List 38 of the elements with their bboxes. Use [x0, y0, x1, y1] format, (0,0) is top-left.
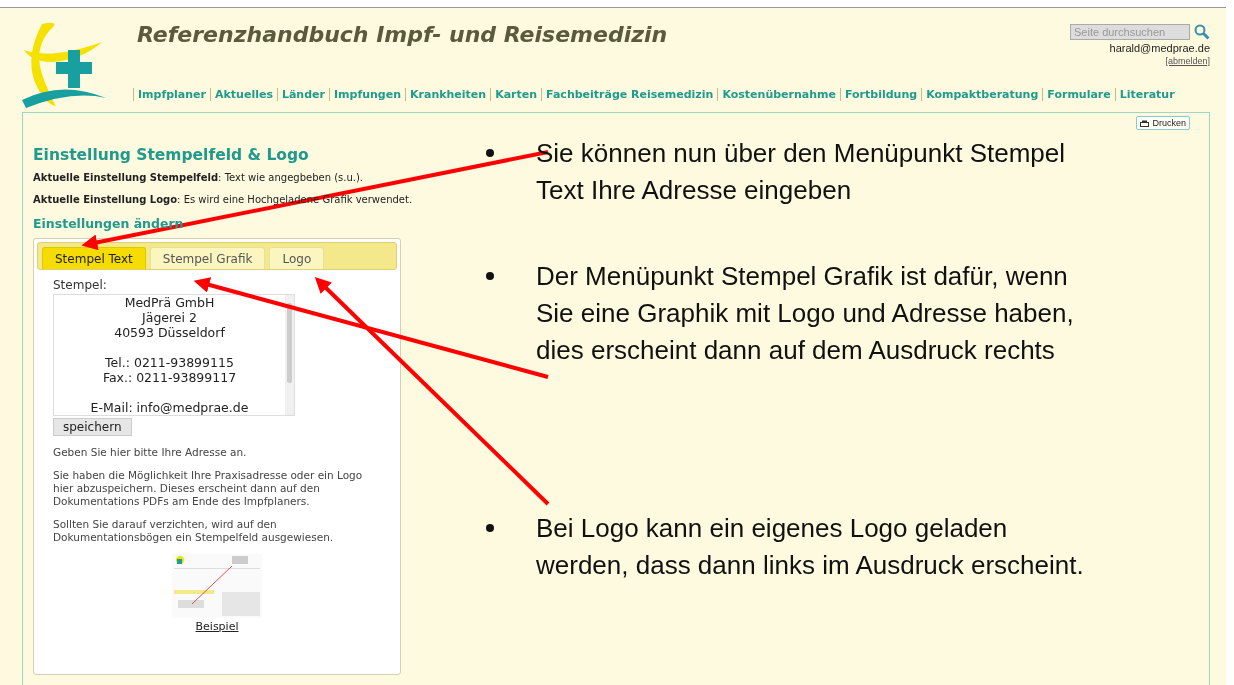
print-button[interactable]: Drucken: [1136, 116, 1190, 130]
help-text: Geben Sie hier bitte Ihre Adresse an.: [53, 446, 248, 459]
bullet-icon: [486, 149, 494, 157]
setting-text: Aktuelle Einstellung Stempelfeld: Text wie angegbeben (s.u.).: [33, 172, 364, 183]
tab[interactable]: Stempel Grafik: [149, 247, 266, 269]
nav-link[interactable]: Fachbeiträge Reisemedizin: [541, 88, 718, 101]
nav-link[interactable]: Formulare: [1042, 88, 1115, 101]
nav-link[interactable]: Fortbildung: [840, 88, 922, 101]
help-text: Sie haben die Möglichkeit Ihre Praxisadresse oder ein Logo hier abzuspeichern. Dieses erscheint dann auf den Dokumentations PDFs am Ende des Impfplaners.: [53, 469, 364, 508]
nav-link[interactable]: Karten: [490, 88, 542, 101]
user-email: harald@medprae.de: [1109, 42, 1210, 54]
nav-link[interactable]: Länder: [276, 88, 329, 101]
stamp-text-field[interactable]: MedPrä GmbH Jägerei 2 40593 Düsseldorf Tel.: 0211-93899115 Fax.: 0211-93899117 E-Mail: info@medprae.de: [53, 294, 295, 416]
site-title: Referenzhandbuch Impf- und Reisemedizin: [137, 22, 668, 47]
annotation-text: Sie können nun über den Menüpunkt Stempel Text Ihre Adresse eingeben: [536, 137, 1067, 207]
tab[interactable]: Stempel Text: [42, 247, 146, 269]
nav-link[interactable]: Literatur: [1114, 88, 1179, 101]
bullet-icon: [486, 524, 494, 532]
nav-link[interactable]: Aktuelles: [210, 88, 277, 101]
bullet-icon: [486, 272, 494, 280]
page-heading: Einstellung Stempelfeld & Logo: [33, 146, 309, 164]
nav-link[interactable]: Impfungen: [328, 88, 405, 101]
nav-link[interactable]: Kostenübernahme: [717, 88, 840, 101]
search-icon[interactable]: [1194, 24, 1210, 40]
printer-icon: [1140, 119, 1150, 127]
tab[interactable]: Logo: [269, 247, 325, 269]
section-heading: Einstellungen ändern: [33, 216, 184, 231]
nav-link[interactable]: Kompaktberatung: [921, 88, 1043, 101]
search-field[interactable]: Seite durchsuchen: [1070, 24, 1190, 40]
logout-link[interactable]: [abmelden]: [1165, 56, 1210, 66]
example-link[interactable]: Beispiel: [195, 620, 239, 633]
nav-link[interactable]: Krankheiten: [405, 88, 491, 101]
save-button[interactable]: speichern: [53, 418, 132, 436]
annotation-text: Bei Logo kann ein eigenes Logo geladen werden, dass dann links im Ausdruck erscheint.: [536, 512, 1085, 582]
help-text: Sollten Sie darauf verzichten, wird auf den Dokumentationsbögen ein Stempelfeld ausgewiesen.: [53, 518, 335, 544]
nav-link[interactable]: Impfplaner: [133, 88, 210, 101]
annotation-text: Der Menüpunkt Stempel Grafik ist dafür, wenn Sie eine Graphik mit Logo und Adresse haben, dies erscheint dann auf dem Ausdruck rechts: [536, 260, 1075, 367]
field-label: Stempel:: [53, 278, 108, 292]
